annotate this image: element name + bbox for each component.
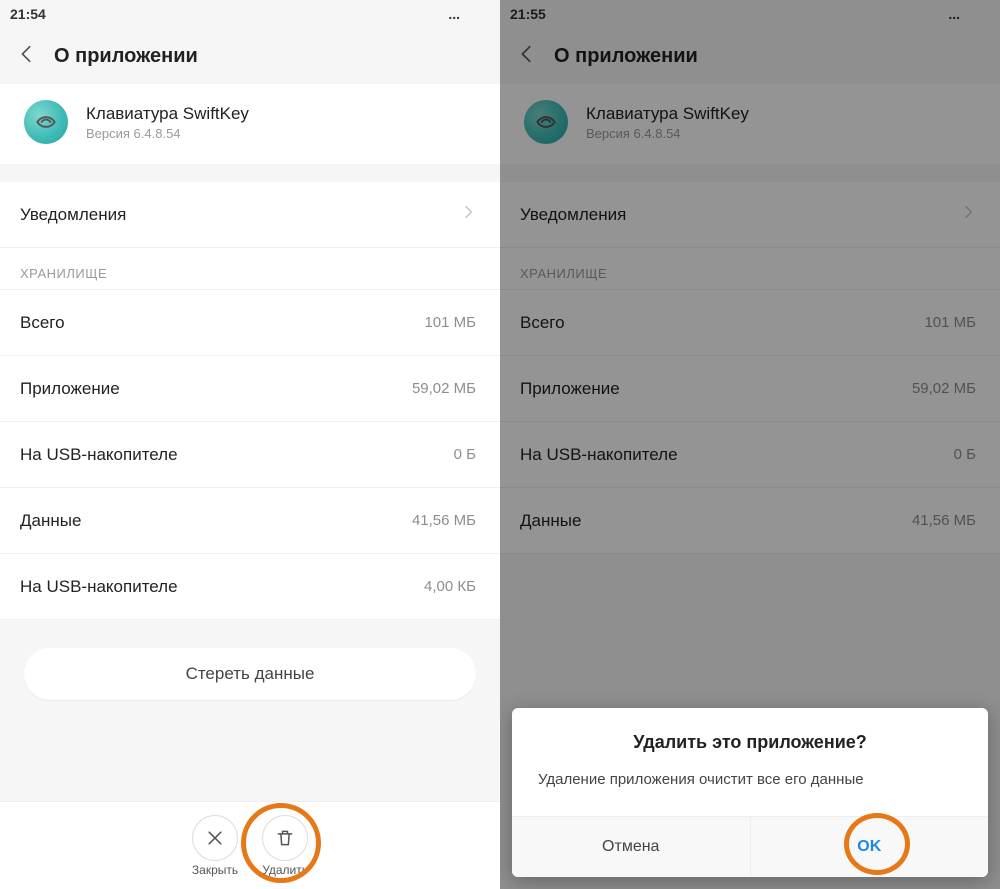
row-value: 41,56 МБ — [412, 512, 476, 529]
row-usb2: На USB-накопителе 4,00 КБ — [0, 554, 500, 620]
row-value: 59,02 МБ — [412, 380, 476, 397]
ok-button[interactable]: OK — [750, 817, 989, 877]
status-bar: 21:54 ... — [0, 0, 500, 28]
status-icons: ... — [448, 6, 490, 22]
close-action[interactable]: Закрыть — [192, 815, 238, 877]
page-header: О приложении — [0, 28, 500, 84]
row-data: Данные 41,56 МБ — [0, 488, 500, 554]
more-icon: ... — [448, 6, 460, 22]
row-label: Данные — [20, 511, 412, 531]
row-label: Приложение — [20, 379, 412, 399]
row-label: Всего — [20, 313, 424, 333]
dialog-message: Удаление приложения очистит все его данн… — [512, 763, 988, 816]
action-bar: Закрыть Удалить — [0, 801, 500, 889]
footer-area: Стереть данные — [0, 620, 500, 728]
row-total: Всего 101 МБ — [0, 290, 500, 356]
section-storage: ХРАНИЛИЩЕ — [0, 248, 500, 290]
page-title: О приложении — [54, 45, 198, 68]
row-label: Уведомления — [20, 205, 460, 225]
row-value: 101 МБ — [424, 314, 476, 331]
delete-action[interactable]: Удалить — [262, 815, 308, 877]
screen-confirm-delete: 21:55 ... О приложении Клавиатура SwiftK… — [500, 0, 1000, 889]
screen-app-info: 21:54 ... О приложении Клавиатура SwiftK… — [0, 0, 500, 889]
clear-data-button[interactable]: Стереть данные — [24, 648, 476, 700]
app-card: Клавиатура SwiftKey Версия 6.4.8.54 — [0, 84, 500, 164]
confirm-dialog: Удалить это приложение? Удаление приложе… — [512, 708, 988, 877]
app-icon — [24, 100, 68, 144]
row-value: 0 Б — [454, 446, 476, 463]
close-icon — [192, 815, 238, 861]
row-label: На USB-накопителе — [20, 577, 424, 597]
row-notifications[interactable]: Уведомления — [0, 182, 500, 248]
close-label: Закрыть — [192, 863, 238, 877]
cancel-button[interactable]: Отмена — [512, 817, 750, 877]
row-label: На USB-накопителе — [20, 445, 454, 465]
trash-icon — [262, 815, 308, 861]
delete-label: Удалить — [262, 863, 308, 877]
status-time: 21:54 — [10, 6, 46, 22]
back-button[interactable] — [16, 43, 38, 70]
app-name: Клавиатура SwiftKey — [86, 104, 249, 124]
app-version: Версия 6.4.8.54 — [86, 126, 249, 141]
dialog-title: Удалить это приложение? — [512, 708, 988, 763]
row-usb1: На USB-накопителе 0 Б — [0, 422, 500, 488]
row-app-size: Приложение 59,02 МБ — [0, 356, 500, 422]
row-value: 4,00 КБ — [424, 578, 476, 595]
chevron-right-icon — [460, 204, 476, 225]
